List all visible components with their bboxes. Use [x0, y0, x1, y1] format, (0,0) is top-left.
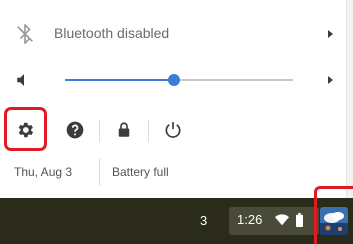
date-battery-row: Thu, Aug 3 Battery full [0, 158, 346, 188]
system-buttons-row [0, 110, 346, 150]
help-icon [66, 121, 84, 139]
clock: 1:26 [237, 212, 263, 227]
power-button[interactable] [158, 115, 188, 145]
status-tray[interactable]: 1:26 [229, 207, 319, 235]
avatar-highlight-annotation [314, 186, 353, 244]
battery-icon [296, 213, 303, 227]
help-button[interactable] [60, 115, 90, 145]
divider [148, 120, 149, 142]
quick-settings-panel: Bluetooth disabled Thu, Aug 3 Battery fu… [0, 0, 346, 198]
volume-icon[interactable] [15, 71, 33, 89]
battery-status-label: Battery full [112, 165, 169, 179]
volume-row [0, 60, 346, 100]
divider [99, 158, 100, 186]
wifi-icon [275, 214, 289, 226]
volume-slider[interactable] [65, 74, 293, 86]
settings-highlight-annotation [4, 107, 47, 151]
volume-slider-fill [65, 79, 175, 81]
power-icon [165, 122, 181, 138]
volume-slider-thumb[interactable] [168, 74, 181, 86]
bluetooth-row[interactable]: Bluetooth disabled [0, 13, 346, 53]
lock-button[interactable] [109, 115, 139, 145]
date-label[interactable]: Thu, Aug 3 [14, 165, 72, 179]
chevron-right-icon[interactable] [328, 30, 333, 38]
panel-scroll-edge [346, 0, 353, 198]
bluetooth-disabled-icon [17, 24, 33, 44]
chevron-right-icon[interactable] [328, 76, 333, 84]
notification-count[interactable]: 3 [200, 213, 207, 228]
lock-icon [118, 122, 130, 137]
divider [99, 120, 100, 142]
shelf: 3 1:26 [0, 198, 353, 244]
bluetooth-status-label: Bluetooth disabled [54, 25, 170, 41]
